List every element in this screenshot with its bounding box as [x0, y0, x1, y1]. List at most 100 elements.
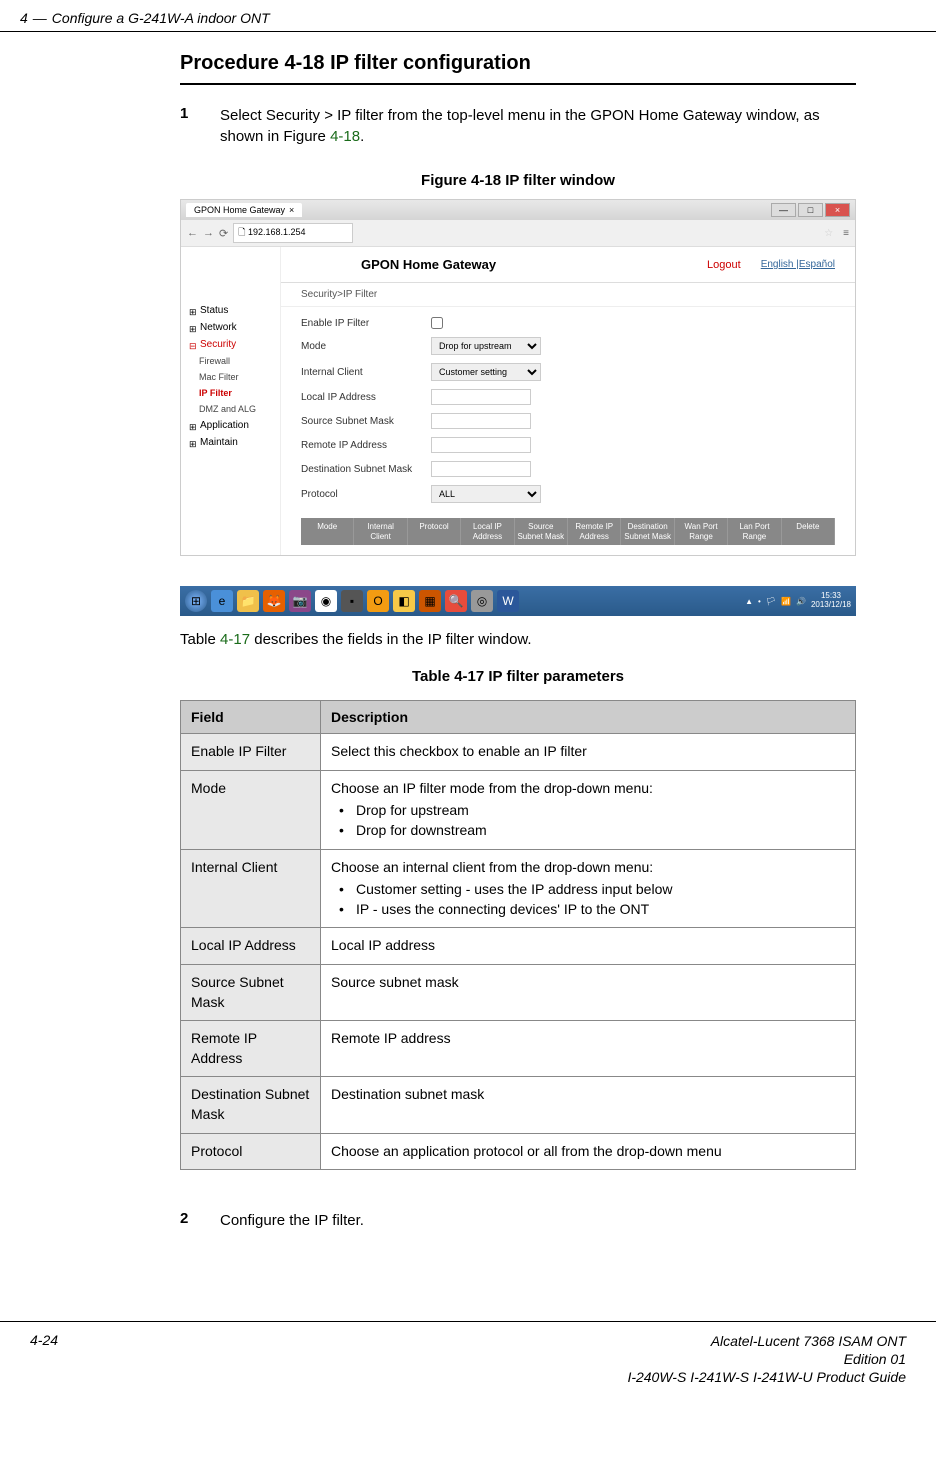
field-cell: Local IP Address — [181, 928, 321, 965]
list-item: Drop for upstream — [331, 801, 845, 821]
gpon-page: Status Network Security Firewall Mac Fil… — [181, 247, 855, 555]
chrome-icon[interactable]: ◉ — [315, 590, 337, 612]
source-mask-row: Source Subnet Mask — [301, 413, 835, 429]
figure-caption: Figure 4-18 IP filter window — [180, 172, 856, 189]
browser-window: GPON Home Gateway × — □ × ← → ⟳ 🗋 192.16… — [180, 199, 856, 556]
forward-icon[interactable]: → — [203, 227, 214, 239]
remote-ip-input[interactable] — [431, 437, 531, 453]
ie-icon[interactable]: e — [211, 590, 233, 612]
nav-mac-filter[interactable]: Mac Filter — [181, 369, 280, 385]
bookmark-icon[interactable]: ☆ — [824, 228, 833, 239]
internal-label: Internal Client — [301, 367, 431, 378]
maximize-button[interactable]: □ — [798, 203, 823, 217]
app3-icon[interactable]: ◧ — [393, 590, 415, 612]
desc-cell: Source subnet mask — [321, 964, 856, 1020]
menu-icon[interactable]: ≡ — [843, 228, 849, 239]
taskbar-clock[interactable]: 15:33 2013/12/18 — [811, 592, 851, 610]
windows-taskbar: ⊞ e 📁 🦊 📷 ◉ ▪ O ◧ ▦ 🔍 ◎ W ▲ • 🏳 📶 🔊 15:3… — [180, 586, 856, 616]
reload-icon[interactable]: ⟳ — [219, 227, 228, 240]
logout-link[interactable]: Logout — [707, 259, 741, 271]
app-icon[interactable]: 📷 — [289, 590, 311, 612]
th-remote-ip: Remote IP Address — [568, 518, 621, 545]
tab-close-icon[interactable]: × — [289, 205, 294, 215]
desc-post: describes the fields in the IP filter wi… — [250, 631, 532, 648]
bullet-list: Customer setting - uses the IP address i… — [331, 880, 845, 919]
step-number: 1 — [180, 105, 220, 147]
footer-line-1: Alcatel-Lucent 7368 ISAM ONT — [58, 1332, 906, 1350]
outlook-icon[interactable]: O — [367, 590, 389, 612]
nav-application[interactable]: Application — [181, 417, 280, 434]
gpon-title: GPON Home Gateway — [301, 257, 707, 272]
firefox-icon[interactable]: 🦊 — [263, 590, 285, 612]
gpon-sidebar: Status Network Security Firewall Mac Fil… — [181, 247, 281, 555]
footer-product-info: Alcatel-Lucent 7368 ISAM ONT Edition 01 … — [58, 1332, 906, 1387]
app2-icon[interactable]: ▪ — [341, 590, 363, 612]
th-protocol: Protocol — [408, 518, 461, 545]
enable-checkbox[interactable] — [431, 317, 443, 329]
app5-icon[interactable]: 🔍 — [445, 590, 467, 612]
step-1: 1 Select Security > IP filter from the t… — [180, 105, 856, 147]
field-cell: Protocol — [181, 1133, 321, 1170]
th-source-mask: Source Subnet Mask — [515, 518, 568, 545]
nav-network[interactable]: Network — [181, 319, 280, 336]
system-tray: ▲ • 🏳 📶 🔊 15:33 2013/12/18 — [745, 592, 851, 610]
main-content: Procedure 4-18 IP filter configuration 1… — [0, 32, 936, 1261]
mode-row: Mode Drop for upstream — [301, 337, 835, 355]
field-cell: Mode — [181, 770, 321, 849]
nav-security[interactable]: Security — [181, 336, 280, 353]
table-row: ModeChoose an IP filter mode from the dr… — [181, 770, 856, 849]
close-button[interactable]: × — [825, 203, 850, 217]
mode-select[interactable]: Drop for upstream — [431, 337, 541, 355]
minimize-button[interactable]: — — [771, 203, 796, 217]
remote-ip-row: Remote IP Address — [301, 437, 835, 453]
desc-cell: Choose an application protocol or all fr… — [321, 1133, 856, 1170]
explorer-icon[interactable]: 📁 — [237, 590, 259, 612]
separator: — — [33, 10, 47, 26]
field-cell: Enable IP Filter — [181, 734, 321, 771]
enable-label: Enable IP Filter — [301, 318, 431, 329]
th-mode: Mode — [301, 518, 354, 545]
dest-mask-input[interactable] — [431, 461, 531, 477]
tray-icon[interactable]: • — [758, 597, 761, 606]
gpon-main: GPON Home Gateway Logout English |Españo… — [281, 247, 855, 555]
internal-select[interactable]: Customer setting — [431, 363, 541, 381]
bullet-list: Drop for upstreamDrop for downstream — [331, 801, 845, 840]
window-controls: — □ × — [771, 203, 850, 217]
app4-icon[interactable]: ▦ — [419, 590, 441, 612]
nav-status[interactable]: Status — [181, 302, 280, 319]
nav-ip-filter[interactable]: IP Filter — [181, 385, 280, 401]
table-row: Remote IP AddressRemote IP address — [181, 1021, 856, 1077]
table-row: Internal ClientChoose an internal client… — [181, 849, 856, 928]
back-icon[interactable]: ← — [187, 227, 198, 239]
tray-volume-icon[interactable]: 🔊 — [796, 597, 806, 606]
nav-dmz-alg[interactable]: DMZ and ALG — [181, 401, 280, 417]
app6-icon[interactable]: ◎ — [471, 590, 493, 612]
word-icon[interactable]: W — [497, 590, 519, 612]
table-row: Source Subnet MaskSource subnet mask — [181, 964, 856, 1020]
th-dest-mask: Destination Subnet Mask — [621, 518, 674, 545]
source-mask-input[interactable] — [431, 413, 531, 429]
chapter-number: 4 — [20, 10, 28, 26]
protocol-select[interactable]: ALL — [431, 485, 541, 503]
browser-tab[interactable]: GPON Home Gateway × — [186, 203, 302, 217]
figure-reference: 4-18 — [330, 128, 360, 145]
step-text-post: . — [360, 128, 364, 145]
local-ip-label: Local IP Address — [301, 392, 431, 403]
table-row: Destination Subnet MaskDestination subne… — [181, 1077, 856, 1133]
url-input[interactable]: 🗋 192.168.1.254 — [233, 223, 353, 243]
tray-network-icon[interactable]: 📶 — [781, 597, 791, 606]
plus-icon — [189, 422, 197, 430]
tray-flag-icon[interactable]: 🏳 — [766, 597, 776, 606]
tray-arrow-icon[interactable]: ▲ — [745, 597, 753, 606]
footer-line-2: Edition 01 — [58, 1350, 906, 1368]
breadcrumb: Security>IP Filter — [281, 283, 855, 307]
field-cell: Source Subnet Mask — [181, 964, 321, 1020]
page-header: 4 — Configure a G-241W-A indoor ONT — [0, 0, 936, 32]
nav-maintain[interactable]: Maintain — [181, 434, 280, 451]
language-link[interactable]: English |Español — [761, 259, 835, 270]
local-ip-input[interactable] — [431, 389, 531, 405]
step-text: Select Security > IP filter from the top… — [220, 105, 856, 147]
nav-firewall[interactable]: Firewall — [181, 353, 280, 369]
th-delete: Delete — [782, 518, 835, 545]
start-icon[interactable]: ⊞ — [185, 590, 207, 612]
